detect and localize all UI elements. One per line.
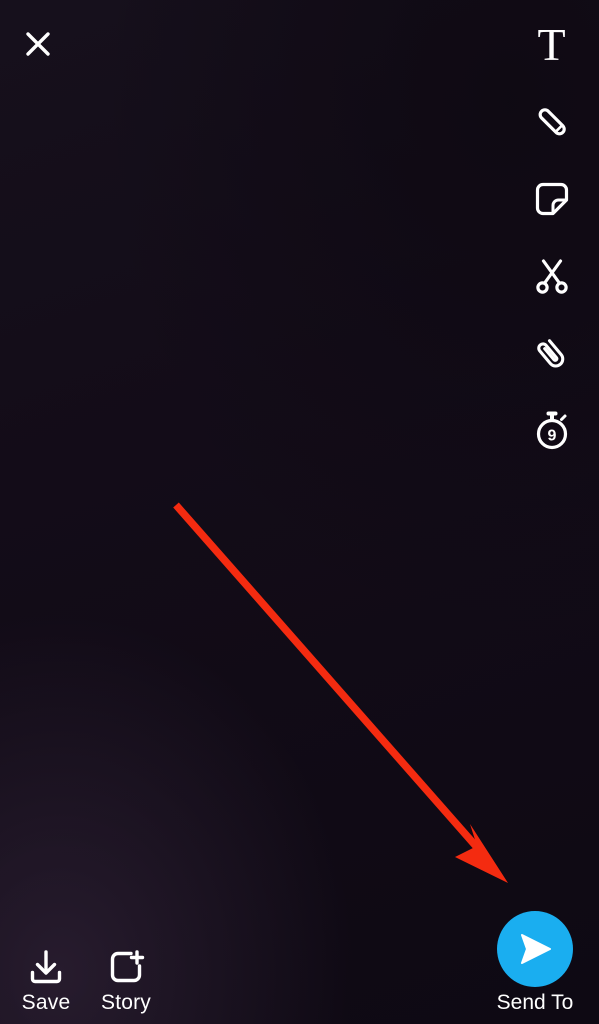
story-label: Story [100, 991, 151, 1014]
red-pointer-arrow [173, 502, 508, 883]
story-icon-wrap [107, 946, 145, 988]
tool-rail: T 9 [504, 6, 599, 468]
timer-value: 9 [547, 427, 556, 444]
tool-draw-button[interactable] [516, 83, 588, 160]
pencil-icon [538, 107, 566, 135]
send-circle[interactable] [497, 911, 573, 987]
timer-icon: 9 [536, 411, 567, 449]
sticker-icon [535, 182, 568, 215]
bottom-action-bar: Save Story Send To [0, 909, 599, 1024]
paperclip-icon [536, 338, 564, 368]
tool-timer-button[interactable]: 9 [516, 391, 588, 468]
tool-scissors-button[interactable] [516, 237, 588, 314]
send-to-button[interactable]: Send To [479, 911, 591, 1016]
tool-sticker-button[interactable] [516, 160, 588, 237]
add-to-story-icon [110, 950, 145, 983]
add-to-story-button[interactable]: Story [90, 946, 162, 1016]
tool-text-button[interactable]: T [516, 6, 588, 83]
tool-attach-button[interactable] [516, 314, 588, 391]
close-x-icon [26, 32, 50, 56]
text-t-icon: T [537, 18, 566, 70]
send-arrow-icon [521, 934, 551, 964]
download-icon [30, 950, 62, 984]
snap-preview-screen: T 9 Save Story Send To [0, 0, 599, 1024]
send-to-label: Send To [496, 991, 574, 1014]
scissors-icon [535, 258, 568, 294]
save-label: Save [21, 991, 71, 1014]
save-icon-wrap [27, 946, 65, 988]
save-button[interactable]: Save [10, 946, 82, 1016]
close-button[interactable] [16, 22, 60, 66]
